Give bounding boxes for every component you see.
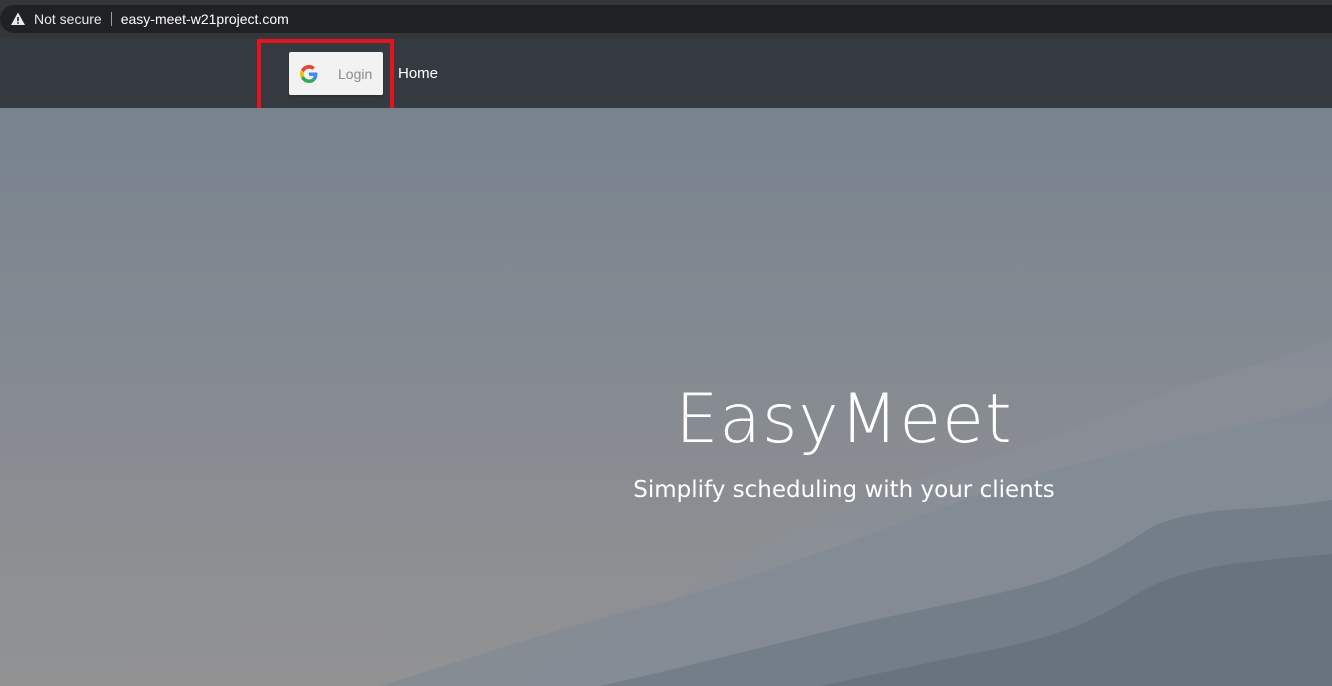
omnibox[interactable]: Not secure easy-meet-w21project.com (0, 5, 1332, 33)
url-text[interactable]: easy-meet-w21project.com (121, 11, 289, 27)
google-g-icon (300, 64, 318, 83)
login-label: Login (338, 65, 373, 82)
hero-title: EasyMeet (675, 380, 1013, 459)
site-navbar: Login Home (0, 38, 1332, 112)
warning-triangle-icon[interactable] (10, 11, 26, 27)
hero-section: EasyMeet Simplify scheduling with your c… (0, 108, 1332, 686)
nav-home-link[interactable]: Home (398, 65, 438, 82)
hero-subtitle: Simplify scheduling with your clients (633, 477, 1055, 503)
url-divider (110, 12, 112, 26)
google-login-button[interactable]: Login (289, 52, 383, 95)
browser-address-bar: Not secure easy-meet-w21project.com (0, 0, 1332, 38)
not-secure-label[interactable]: Not secure (34, 11, 102, 27)
